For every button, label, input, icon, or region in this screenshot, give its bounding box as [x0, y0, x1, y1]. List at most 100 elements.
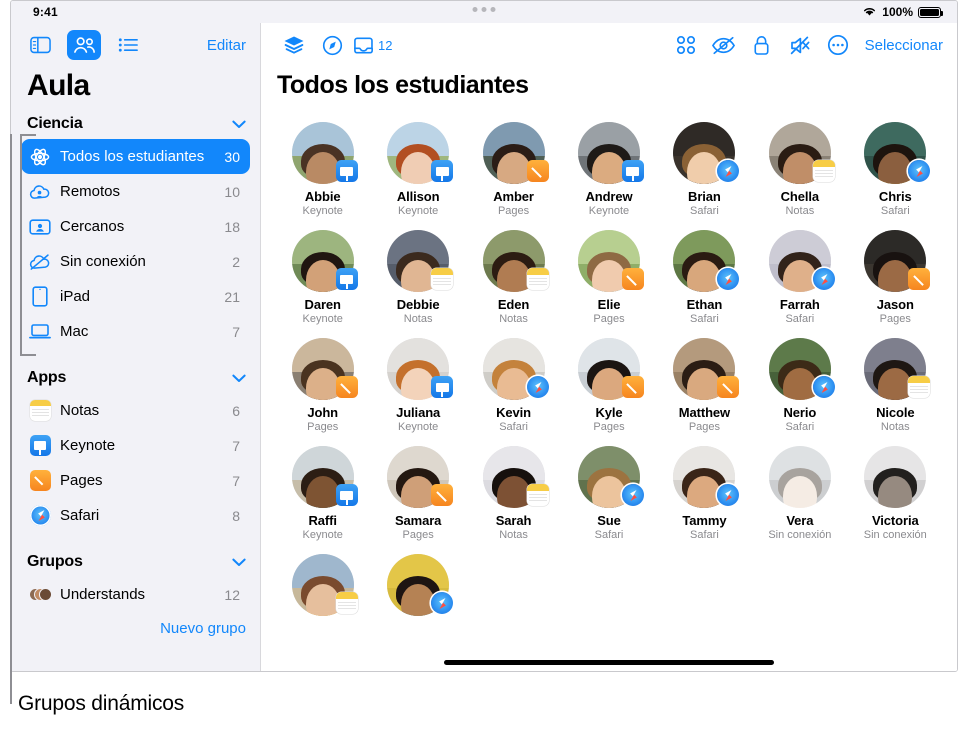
student-cell[interactable]: Victoria Sin conexión [848, 440, 943, 541]
student-cell[interactable]: Elie Pages [561, 224, 656, 325]
student-cell[interactable]: Amber Pages [466, 116, 561, 217]
student-cell[interactable]: Chris Safari [848, 116, 943, 217]
sidebar-item-safari[interactable]: Safari 8 [21, 498, 250, 533]
student-cell[interactable]: Debbie Notas [370, 224, 465, 325]
student-cell[interactable]: Sue Safari [561, 440, 656, 541]
select-button[interactable]: Seleccionar [859, 37, 943, 54]
student-cell[interactable]: Farrah Safari [752, 224, 847, 325]
student-cell[interactable] [275, 548, 370, 622]
avatar-wrap [577, 446, 644, 508]
battery-full-icon [918, 6, 943, 18]
sidebar-item-sin-conexi-n[interactable]: Sin conexión 2 [21, 244, 250, 279]
class-section-header[interactable]: Ciencia [11, 109, 260, 139]
sidebar-item-label: iPad [60, 288, 91, 305]
sidebar-item-ipad[interactable]: iPad 21 [21, 279, 250, 314]
student-cell[interactable]: Sarah Notas [466, 440, 561, 541]
student-cell[interactable]: Matthew Pages [657, 332, 752, 433]
student-cell[interactable]: Abbie Keynote [275, 116, 370, 217]
chevron-down-icon[interactable] [232, 372, 246, 385]
keynote-app-badge-icon [335, 268, 358, 290]
ellipsis-circle-icon[interactable] [821, 29, 855, 61]
student-name: Nicole [876, 405, 915, 420]
groups-section-header[interactable]: Grupos [11, 547, 260, 577]
student-grid: Abbie Keynote Allison Keynote Amber Pages A… [261, 116, 957, 622]
safari-app-badge-icon [717, 484, 740, 506]
layers-icon[interactable] [277, 29, 311, 61]
student-app-status: Safari [499, 421, 528, 433]
student-cell[interactable]: Jason Pages [848, 224, 943, 325]
eye-slash-icon[interactable] [707, 29, 741, 61]
student-app-status: Pages [688, 421, 721, 433]
student-name: Ethan [686, 297, 723, 312]
student-app-status: Pages [402, 529, 434, 541]
sidebar-item-pages[interactable]: Pages 7 [21, 463, 250, 498]
student-cell[interactable]: Samara Pages [370, 440, 465, 541]
sidebar-item-count: 30 [224, 148, 240, 165]
student-cell[interactable]: Raffi Keynote [275, 440, 370, 541]
lock-icon[interactable] [745, 29, 779, 61]
student-cell[interactable]: Brian Safari [657, 116, 752, 217]
sidebar-item-label: Safari [60, 507, 100, 524]
apps-section-header[interactable]: Apps [11, 363, 260, 393]
sidebar-item-understands[interactable]: Understands 12 [21, 577, 250, 612]
sidebar-item-todos-los-estudiantes[interactable]: Todos los estudiantes 30 [21, 139, 250, 174]
student-cell[interactable]: Nerio Safari [752, 332, 847, 433]
pages-app-badge-icon [621, 268, 644, 290]
student-cell[interactable]: Nicole Notas [848, 332, 943, 433]
student-cell[interactable]: Juliana Keynote [370, 332, 465, 433]
page-title: Todos los estudiantes [277, 71, 529, 99]
sidebar-item-notas[interactable]: Notas 6 [21, 393, 250, 428]
safari-app-badge-icon [717, 160, 740, 182]
groups-list: Understands 12 [11, 577, 260, 612]
inbox-icon[interactable]: 12 [353, 29, 392, 61]
student-cell[interactable]: Andrew Keynote [561, 116, 656, 217]
student-cell[interactable]: Ethan Safari [657, 224, 752, 325]
callout-label: Grupos dinámicos [18, 692, 185, 715]
student-cell[interactable]: Kyle Pages [561, 332, 656, 433]
student-app-status: Pages [593, 421, 625, 433]
notes-app-badge-icon [431, 268, 454, 290]
student-cell[interactable] [370, 548, 465, 622]
student-app-status: Safari [690, 205, 719, 217]
sidebar-item-count: 12 [224, 586, 240, 603]
student-name: Samara [394, 513, 442, 528]
student-cell[interactable]: Chella Notas [752, 116, 847, 217]
list-icon[interactable] [111, 30, 145, 60]
student-cell[interactable]: John Pages [275, 332, 370, 433]
sidebar-item-remotos[interactable]: Remotos 10 [21, 174, 250, 209]
sidebar-item-cercanos[interactable]: Cercanos 18 [21, 209, 250, 244]
keynote-app-badge-icon [335, 160, 358, 182]
groups-section-label: Grupos [27, 553, 83, 570]
avatar-wrap [577, 122, 644, 184]
student-cell[interactable]: Allison Keynote [370, 116, 465, 217]
avatar-wrap [291, 446, 358, 508]
student-cell[interactable]: Eden Notas [466, 224, 561, 325]
chevron-down-icon[interactable] [232, 556, 246, 569]
student-cell[interactable]: Kevin Safari [466, 332, 561, 433]
sidebar-item-label: Keynote [60, 437, 116, 454]
grid-four-icon[interactable] [669, 29, 703, 61]
compass-icon[interactable] [315, 29, 349, 61]
callout-line [10, 134, 12, 704]
sidebar-toggle-icon[interactable] [23, 30, 57, 60]
safari-app-badge-icon [812, 376, 835, 398]
people-icon[interactable] [67, 30, 101, 60]
new-group-button[interactable]: Nuevo grupo [11, 612, 260, 641]
sidebar-item-count: 21 [224, 288, 240, 305]
student-name: Jason [876, 297, 914, 312]
student-cell[interactable]: Tammy Safari [657, 440, 752, 541]
chevron-down-icon[interactable] [232, 118, 246, 131]
sidebar-item-keynote[interactable]: Keynote 7 [21, 428, 250, 463]
student-name: Amber [493, 189, 534, 204]
speaker-slash-icon[interactable] [783, 29, 817, 61]
avatar-wrap [577, 230, 644, 292]
student-cell[interactable]: Vera Sin conexión [752, 440, 847, 541]
student-cell[interactable]: Daren Keynote [275, 224, 370, 325]
avatar-wrap [768, 338, 835, 400]
home-indicator[interactable] [444, 660, 774, 665]
sidebar-item-mac[interactable]: Mac 7 [21, 314, 250, 349]
window-grabber[interactable] [472, 7, 496, 12]
split-view: Editar Aula Ciencia Todos los estudiante… [11, 23, 957, 671]
edit-button[interactable]: Editar [207, 37, 246, 54]
battery-percent: 100% [882, 5, 913, 19]
